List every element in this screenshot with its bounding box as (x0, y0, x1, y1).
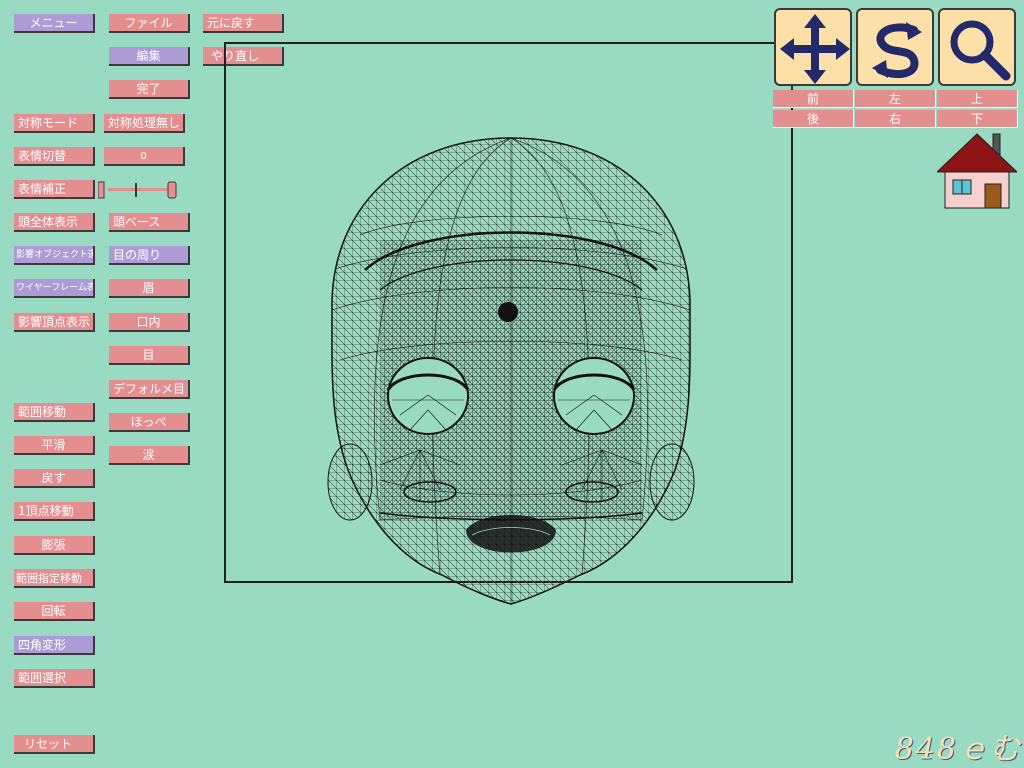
quad-deform-button[interactable]: 四角変形 (14, 636, 95, 655)
edit-button[interactable]: 編集 (109, 47, 190, 66)
head-base-button[interactable]: 頭ベース (109, 213, 190, 232)
revert-button[interactable]: 戻す (14, 469, 95, 488)
range-specify-move-button[interactable]: 範囲指定移動 (14, 569, 95, 588)
rotate-arrows-icon (872, 22, 922, 79)
view-down-button[interactable]: 下 (937, 110, 1018, 128)
around-eyes-button[interactable]: 目の周り (109, 246, 190, 265)
expression-switch-button[interactable]: 表情切替 (14, 147, 95, 166)
magnifier-icon (950, 20, 1011, 81)
view-left-button[interactable]: 左 (855, 90, 936, 108)
menu-button[interactable]: メニュー (14, 14, 95, 33)
reset-button[interactable]: リセット (14, 735, 95, 754)
app-logo: 848ｅむ (894, 732, 1022, 767)
symmetry-mode-button[interactable]: 対称モード (14, 114, 95, 133)
range-select-button[interactable]: 範囲選択 (14, 669, 95, 688)
cheek-button[interactable]: ほっぺ (109, 413, 190, 432)
mouth-inside-button[interactable]: 口内 (109, 313, 190, 332)
rotate-tool-button[interactable] (856, 8, 934, 86)
smooth-button[interactable]: 平滑 (14, 436, 95, 455)
rotate-button[interactable]: 回転 (14, 602, 95, 621)
view-back-button[interactable]: 後 (773, 110, 854, 128)
expression-index-field[interactable]: 0 (104, 147, 185, 166)
affect-object-select-button[interactable]: 影響オブジェクト選択 (14, 246, 95, 265)
view-front-button[interactable]: 前 (773, 90, 854, 108)
wireframe-display-button[interactable]: ワイヤーフレーム表示 (14, 279, 95, 298)
zoom-tool-button[interactable] (938, 8, 1016, 86)
expand-button[interactable]: 膨張 (14, 536, 95, 555)
house-icon[interactable] (937, 132, 1017, 210)
head-all-display-button[interactable]: 頭全体表示 (14, 213, 95, 232)
wireframe-head-model (327, 137, 695, 605)
file-button[interactable]: ファイル (109, 14, 190, 33)
done-button[interactable]: 完了 (109, 80, 190, 99)
move-arrows-icon (780, 14, 850, 84)
view-up-button[interactable]: 上 (937, 90, 1018, 108)
range-move-button[interactable]: 範囲移動 (14, 403, 95, 422)
expression-fix-slider[interactable] (98, 180, 178, 199)
undo-button[interactable]: 元に戻す (203, 14, 284, 33)
affect-vertex-display-button[interactable]: 影響頂点表示 (14, 313, 95, 332)
brow-button[interactable]: 眉 (109, 279, 190, 298)
no-symmetry-button[interactable]: 対称処理無し (104, 114, 185, 133)
vertex-move-button[interactable]: 1頂点移動 (14, 502, 95, 521)
deformed-eye-button[interactable]: デフォルメ目 (109, 380, 190, 399)
tears-button[interactable]: 涙 (109, 446, 190, 465)
move-tool-button[interactable] (774, 8, 852, 86)
eye-button[interactable]: 目 (109, 346, 190, 365)
view-right-button[interactable]: 右 (855, 110, 936, 128)
expression-fix-button[interactable]: 表情補正 (14, 180, 95, 199)
